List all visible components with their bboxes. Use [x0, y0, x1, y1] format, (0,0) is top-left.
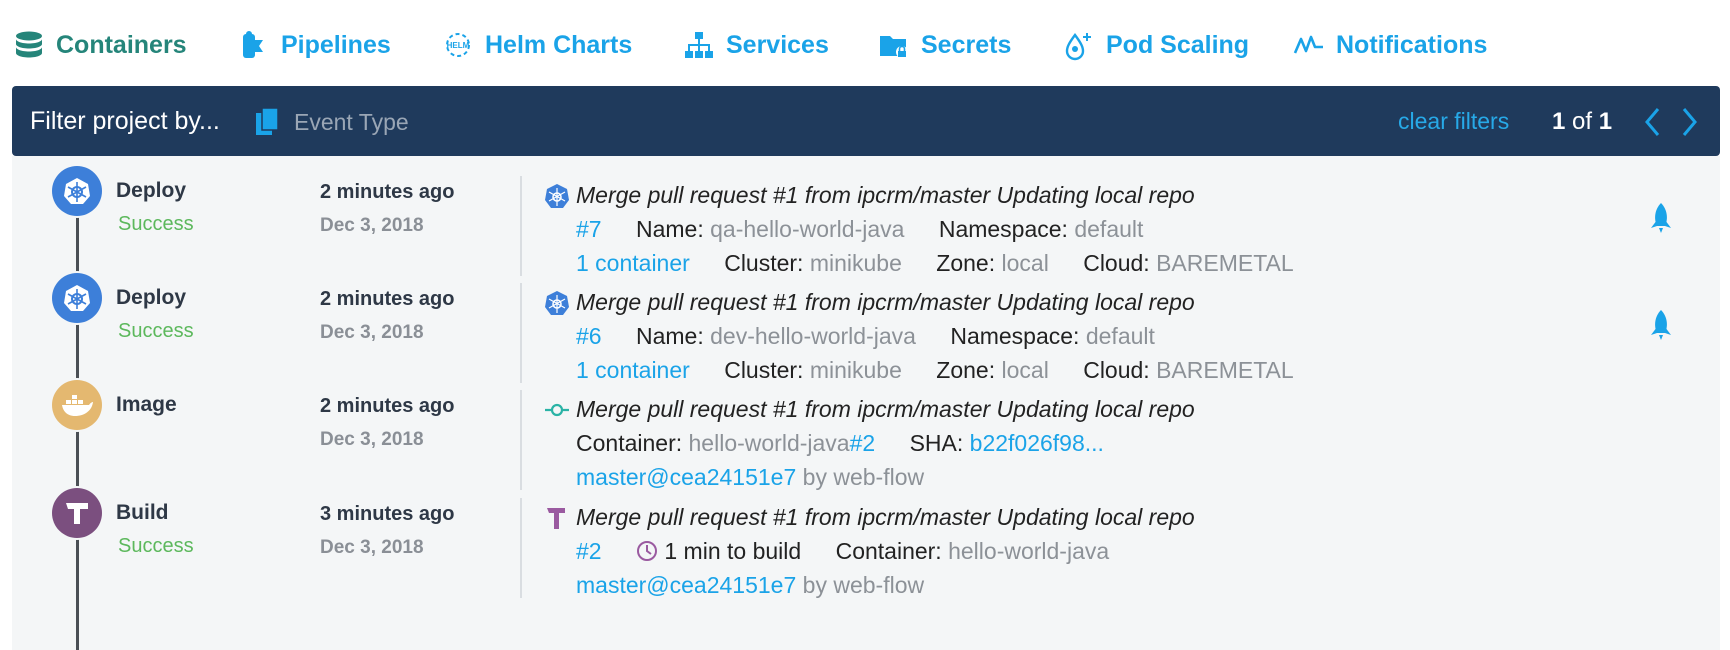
nav-tab-label: Containers — [56, 30, 187, 59]
namespace-value: default — [1074, 216, 1144, 242]
divider — [520, 498, 522, 598]
event-timeline: Deploy Success 2 minutes ago Dec 3, 2018… — [12, 156, 1720, 650]
pipeline-icon — [237, 28, 271, 62]
deploy-number-link[interactable]: #7 — [576, 216, 602, 242]
database-icon — [12, 28, 46, 62]
build-details: #2 1 min to build Container: hello-world… — [576, 538, 1109, 565]
container-label: Container: — [576, 430, 683, 456]
build-duration: 1 min to build — [664, 538, 802, 564]
pulse-icon — [1292, 28, 1326, 62]
event-time: 2 minutes ago — [320, 288, 455, 310]
container-value: hello-world-java — [948, 538, 1110, 564]
event-date: Dec 3, 2018 — [320, 322, 424, 343]
commit-message: Merge pull request #1 from ipcrm/master … — [576, 289, 1195, 315]
nav-tab-containers[interactable]: Containers — [12, 28, 187, 62]
filter-bar: Filter project by... Event Type clear fi… — [12, 86, 1720, 156]
sha-link[interactable]: b22f026f98... — [970, 430, 1104, 456]
nav-tab-label: Services — [726, 30, 829, 59]
event-type: Build — [116, 501, 169, 524]
event-type: Deploy — [116, 286, 187, 309]
kubernetes-icon — [545, 291, 569, 315]
nav-tab-label: Secrets — [921, 30, 1012, 59]
container-value: hello-world-java — [688, 430, 850, 456]
build-number-link[interactable]: #2 — [576, 538, 602, 564]
commit-message: Merge pull request #1 from ipcrm/master … — [576, 504, 1195, 530]
nav-tab-label: Helm Charts — [485, 30, 633, 59]
event-date: Dec 3, 2018 — [320, 215, 424, 236]
commit-author: by web-flow — [802, 572, 925, 598]
nav-tab-secrets[interactable]: Secrets — [877, 28, 1011, 62]
commit-info: master@cea24151e7 by web-flow — [576, 572, 924, 599]
event-row: Image 2 minutes ago Dec 3, 2018 Merge pu… — [12, 352, 1720, 490]
pod-scaling-icon — [1062, 28, 1096, 62]
kubernetes-icon — [52, 166, 102, 216]
filter-title: Filter project by... — [30, 107, 220, 135]
event-status: Success — [118, 320, 194, 342]
event-row: Build Success 3 minutes ago Dec 3, 2018 … — [12, 460, 1720, 598]
sitemap-icon — [682, 28, 716, 62]
nav-tab-notifications[interactable]: Notifications — [1292, 28, 1487, 62]
event-date: Dec 3, 2018 — [320, 537, 424, 558]
event-date: Dec 3, 2018 — [320, 429, 424, 450]
nav-tab-pipelines[interactable]: Pipelines — [237, 28, 391, 62]
sha-label: SHA: — [909, 430, 964, 456]
commit-message: Merge pull request #1 from ipcrm/master … — [576, 396, 1195, 422]
helm-badge: HELM — [447, 41, 470, 50]
event-status: Success — [118, 213, 194, 235]
name-label: Name: — [635, 216, 704, 242]
page-of: of — [1572, 108, 1593, 135]
namespace-label: Namespace: — [950, 323, 1080, 349]
nav-tab-pod-scaling[interactable]: Pod Scaling — [1062, 28, 1249, 62]
nav-tab-helm-charts[interactable]: HELM Helm Charts — [441, 28, 632, 62]
docker-icon — [52, 380, 102, 430]
commit-icon — [545, 403, 569, 417]
event-row: Deploy Success 2 minutes ago Dec 3, 2018… — [12, 156, 1720, 276]
event-row: Deploy Success 2 minutes ago Dec 3, 2018… — [12, 245, 1720, 383]
page-total: 1 — [1598, 108, 1613, 135]
deploy-details: #6 Name: dev-hello-world-java Namespace:… — [576, 323, 1155, 350]
event-time: 3 minutes ago — [320, 503, 455, 525]
build-icon — [547, 508, 565, 529]
nav-tab-label: Pod Scaling — [1106, 30, 1250, 59]
folder-lock-icon — [877, 28, 911, 62]
event-type: Image — [116, 393, 177, 416]
event-type: Deploy — [116, 179, 187, 202]
build-hammer-icon — [52, 488, 102, 538]
top-nav: Containers Pipelines HELM Helm Charts Se… — [0, 0, 1730, 86]
kubernetes-icon — [545, 184, 569, 208]
nav-tab-label: Pipelines — [281, 30, 391, 59]
page-current: 1 — [1552, 108, 1566, 135]
name-label: Name: — [635, 323, 704, 349]
namespace-value: default — [1085, 323, 1155, 349]
event-status: Success — [118, 535, 194, 557]
previous-page-icon[interactable] — [1640, 106, 1666, 138]
namespace-label: Namespace: — [938, 216, 1068, 242]
container-tag-link[interactable]: #2 — [850, 430, 876, 456]
clear-filters-link[interactable]: clear filters — [1398, 108, 1509, 135]
kubernetes-icon — [52, 273, 102, 323]
nav-tab-services[interactable]: Services — [682, 28, 829, 62]
event-time: 2 minutes ago — [320, 395, 455, 417]
page-indicator: 1 of 1 — [1552, 108, 1612, 136]
event-type-label: Event Type — [294, 108, 409, 135]
clock-icon — [636, 541, 657, 561]
container-label: Container: — [835, 538, 942, 564]
copy-icon — [254, 107, 280, 137]
event-type-filter[interactable]: Event Type — [254, 106, 409, 138]
commit-link[interactable]: master@cea24151e7 — [576, 572, 796, 598]
deploy-number-link[interactable]: #6 — [576, 323, 602, 349]
next-page-icon[interactable] — [1676, 106, 1702, 138]
deploy-details: #7 Name: qa-hello-world-java Namespace: … — [576, 216, 1143, 243]
rocket-icon[interactable] — [1648, 309, 1674, 341]
event-time: 2 minutes ago — [320, 181, 455, 203]
rocket-icon[interactable] — [1648, 202, 1674, 234]
helm-icon: HELM — [441, 28, 475, 62]
commit-message: Merge pull request #1 from ipcrm/master … — [576, 182, 1195, 208]
name-value: qa-hello-world-java — [710, 216, 905, 242]
image-details: Container: hello-world-java#2 SHA: b22f0… — [576, 430, 1104, 457]
nav-tab-label: Notifications — [1336, 30, 1488, 59]
name-value: dev-hello-world-java — [710, 323, 916, 349]
